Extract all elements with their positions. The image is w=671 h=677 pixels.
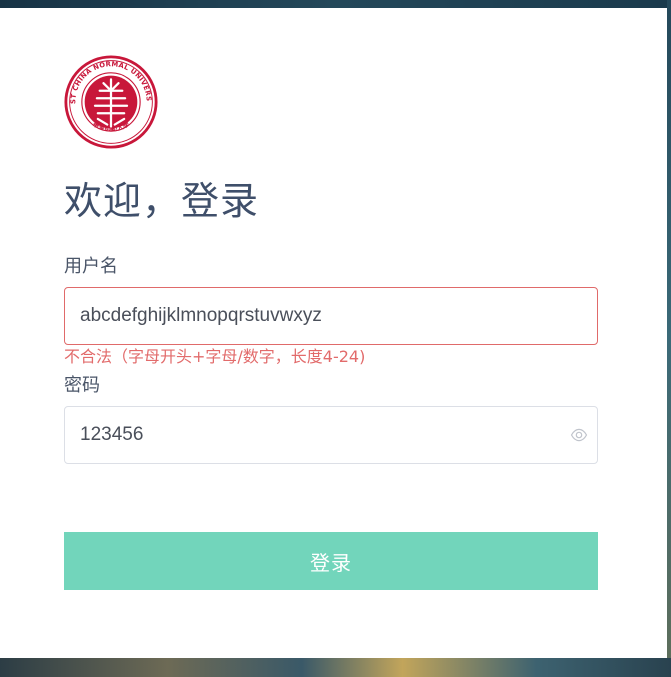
username-label: 用户名 xyxy=(64,256,118,277)
eye-icon[interactable] xyxy=(570,426,588,444)
background-right xyxy=(667,0,671,677)
username-error-message: 不合法（字母开头+字母/数字，长度4-24) xyxy=(64,347,366,366)
login-button[interactable]: 登录 xyxy=(64,532,598,590)
password-field[interactable] xyxy=(64,406,598,464)
username-input[interactable] xyxy=(80,288,560,344)
page-title: 欢迎，登录 xyxy=(64,179,260,223)
password-label: 密码 xyxy=(64,375,100,396)
password-input[interactable] xyxy=(80,407,560,463)
background-bottom xyxy=(0,658,671,677)
background-top xyxy=(0,0,671,8)
university-logo: EAST CHINA NORMAL UNIVERSITY 華東師範大學 xyxy=(64,55,158,149)
username-field[interactable] xyxy=(64,287,598,345)
